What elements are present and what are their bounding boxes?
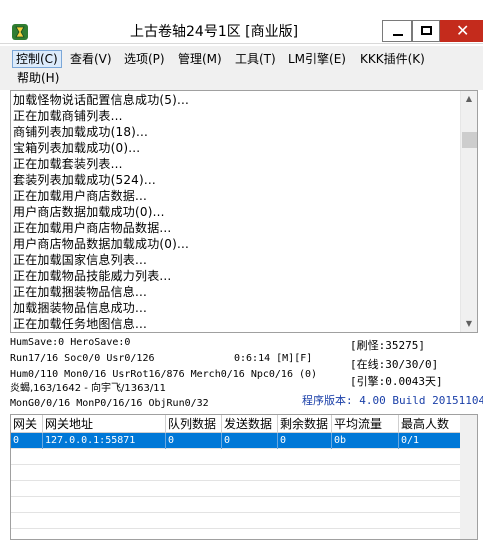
status-run: Run17/16 Soc0/0 Usr0/126 <box>10 353 155 364</box>
menu-bar: 控制(C) 查看(V) 选项(P) 管理(M) 工具(T) LM引擎(E) KK… <box>0 46 483 90</box>
status-player: 炎蝎,163/1642 - 向宇飞/1363/11 <box>10 383 166 394</box>
log-line: 用户商店物品数据加载成功(0)... <box>13 237 190 251</box>
scroll-down-icon[interactable]: ▼ <box>461 316 477 332</box>
table-cell: 0b <box>332 433 399 449</box>
status-panel: HumSave:0 HeroSave:0 Run17/16 Soc0/0 Usr… <box>10 336 483 410</box>
table-scrollbar[interactable] <box>460 415 477 539</box>
minimize-button[interactable] <box>382 20 412 42</box>
column-header[interactable]: 最高人数 <box>399 415 461 433</box>
column-header[interactable]: 剩余数据 <box>278 415 332 433</box>
log-panel[interactable]: 加载怪物说话配置信息成功(5)... 正在加载商铺列表... 商铺列表加载成功(… <box>10 90 478 333</box>
status-mon: MonG0/0/16 MonP0/16/16 ObjRun0/32 <box>10 398 209 409</box>
table-row-empty <box>11 497 461 513</box>
log-line: 加载捆装物品信息成功... <box>13 301 148 315</box>
log-line: 宝箱列表加载成功(0)... <box>13 141 141 155</box>
minimize-icon <box>393 34 403 36</box>
version-label: 程序版本: 4.00 Build 20151104 <box>302 394 483 407</box>
maximize-button[interactable] <box>412 20 440 42</box>
log-line: 用户商店数据加载成功(0)... <box>13 205 165 219</box>
scroll-thumb[interactable] <box>462 132 477 148</box>
log-line: 正在加载国家信息列表... <box>13 253 148 267</box>
log-line: 正在加载用户商店物品数据... <box>13 221 172 235</box>
table-row-empty <box>11 481 461 497</box>
engine-uptime: [引擎:0.0043天] <box>350 375 443 388</box>
table-row-empty <box>11 513 461 529</box>
log-line: 正在加载物品技能威力列表... <box>13 269 172 283</box>
refresh-monster-count: [刷怪:35275] <box>350 339 425 352</box>
log-line: 正在加载任务地图信息... <box>13 317 148 331</box>
menu-options[interactable]: 选项(P) <box>121 50 168 68</box>
log-line: 商铺列表加载成功(18)... <box>13 125 149 139</box>
table-row-empty <box>11 449 461 465</box>
log-line: 正在加载套装列表... <box>13 157 123 171</box>
table-row-empty <box>11 529 461 539</box>
status-save: HumSave:0 HeroSave:0 <box>10 337 131 348</box>
table-cell: 127.0.0.1:55871 <box>43 433 166 449</box>
menu-lm-engine[interactable]: LM引擎(E) <box>285 50 349 68</box>
table-cell: 0 <box>278 433 332 449</box>
table-cell: 0 <box>11 433 43 449</box>
log-lines: 加载怪物说话配置信息成功(5)... 正在加载商铺列表... 商铺列表加载成功(… <box>13 92 461 332</box>
log-line: 正在加载商铺列表... <box>13 109 123 123</box>
app-icon <box>12 24 28 40</box>
column-header[interactable]: 网关地址 <box>43 415 166 433</box>
menu-view[interactable]: 查看(V) <box>67 50 115 68</box>
online-count: [在线:30/30/0] <box>350 358 439 371</box>
column-header[interactable]: 队列数据 <box>166 415 222 433</box>
column-header[interactable]: 发送数据 <box>222 415 278 433</box>
log-line: 正在加载捆装物品信息... <box>13 285 148 299</box>
menu-help[interactable]: 帮助(H) <box>14 69 62 87</box>
table-row[interactable]: 0 127.0.0.1:55871 0 0 0 0b 0/1 <box>11 433 461 449</box>
table-row-empty <box>11 465 461 481</box>
close-button[interactable]: ✕ <box>440 20 483 42</box>
column-header[interactable]: 网关 <box>11 415 43 433</box>
scroll-up-icon[interactable]: ▲ <box>461 91 477 107</box>
menu-kkk-plugin[interactable]: KKK插件(K) <box>357 50 428 68</box>
log-scrollbar[interactable]: ▲ ▼ <box>460 91 477 332</box>
status-uptime: 0:6:14 [M][F] <box>234 353 313 364</box>
menu-tools[interactable]: 工具(T) <box>232 50 279 68</box>
log-line: 正在加载用户商店数据... <box>13 189 148 203</box>
gateway-table[interactable]: 网关 网关地址 队列数据 发送数据 剩余数据 平均流量 最高人数 0 127.0… <box>10 414 478 540</box>
table-cell: 0 <box>166 433 222 449</box>
menu-manage[interactable]: 管理(M) <box>175 50 225 68</box>
window-title: 上古卷轴24号1区 [商业版] <box>130 24 299 40</box>
column-header[interactable]: 平均流量 <box>332 415 399 433</box>
table-header: 网关 网关地址 队列数据 发送数据 剩余数据 平均流量 最高人数 <box>11 415 461 433</box>
close-icon: ✕ <box>456 21 470 40</box>
log-line: 套装列表加载成功(524)... <box>13 173 156 187</box>
table-cell: 0/1 <box>399 433 461 449</box>
table-cell: 0 <box>222 433 278 449</box>
menu-control[interactable]: 控制(C) <box>12 50 62 68</box>
log-line: 加载怪物说话配置信息成功(5)... <box>13 93 190 107</box>
maximize-icon <box>421 26 432 35</box>
status-hum: Hum0/110 Mon0/16 UsrRot16/876 Merch0/16 … <box>10 369 318 380</box>
title-bar: 上古卷轴24号1区 [商业版] ✕ <box>0 0 483 44</box>
